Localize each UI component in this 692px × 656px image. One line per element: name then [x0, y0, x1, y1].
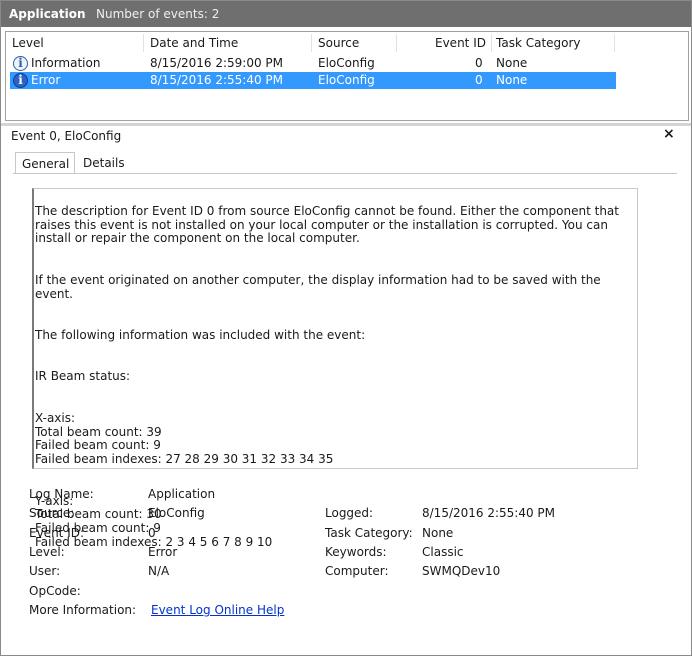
information-icon: i: [13, 56, 28, 71]
log-header-bar: Application Number of events: 2: [1, 1, 691, 27]
log-name-title: Application: [9, 7, 86, 21]
column-divider[interactable]: [143, 34, 144, 52]
logged-label: Logged:: [325, 506, 374, 520]
column-level[interactable]: Level: [12, 36, 44, 50]
tab-underline: [13, 173, 677, 174]
event-source: EloConfig: [318, 73, 375, 87]
event-log-help-link[interactable]: Event Log Online Help: [151, 603, 284, 617]
source-label: Source:: [29, 506, 75, 520]
opcode-label: OpCode:: [29, 584, 81, 598]
logged-value: 8/15/2016 2:55:40 PM: [422, 506, 556, 520]
user-value: N/A: [148, 564, 170, 578]
computer-label: Computer:: [325, 564, 389, 578]
event-source: EloConfig: [318, 56, 375, 70]
computer-value: SWMQDev10: [422, 564, 501, 578]
tab-details[interactable]: Details: [77, 152, 129, 173]
description-paragraph: The description for Event ID 0 from sour…: [35, 203, 619, 246]
log-name-label: Log Name:: [29, 487, 94, 501]
task-category-value: None: [422, 526, 454, 540]
level-label: Level:: [29, 545, 65, 559]
description-paragraph: X-axis: Total beam count: 39 Failed beam…: [35, 410, 334, 467]
event-list-header: Level Date and Time Source Event ID Task…: [6, 32, 688, 54]
event-id-value: 0: [148, 526, 156, 540]
event-viewer-window: Application Number of events: 2 Level Da…: [0, 0, 692, 656]
event-list[interactable]: Level Date and Time Source Event ID Task…: [5, 31, 689, 121]
description-paragraph: If the event originated on another compu…: [35, 272, 601, 301]
event-level: Information: [31, 56, 101, 70]
column-source[interactable]: Source: [318, 36, 359, 50]
event-row-information[interactable]: i Information 8/15/2016 2:59:00 PM EloCo…: [10, 55, 616, 72]
event-detail-title: Event 0, EloConfig: [11, 129, 122, 143]
event-id: 0: [475, 56, 483, 70]
column-divider[interactable]: [311, 34, 312, 52]
event-task-category: None: [496, 56, 528, 70]
event-id-label: Event ID:: [29, 526, 85, 540]
information-icon: i: [13, 73, 28, 88]
more-information-label: More Information:: [29, 603, 137, 617]
column-divider[interactable]: [491, 34, 492, 52]
column-task-category[interactable]: Task Category: [496, 36, 581, 50]
close-icon[interactable]: ×: [663, 126, 675, 142]
column-date-time[interactable]: Date and Time: [150, 36, 238, 50]
description-paragraph: IR Beam status:: [35, 369, 131, 384]
event-row-error-selected[interactable]: i Error 8/15/2016 2:55:40 PM EloConfig 0…: [10, 72, 616, 89]
event-id: 0: [475, 73, 483, 87]
pane-splitter[interactable]: [1, 123, 691, 126]
event-datetime: 8/15/2016 2:59:00 PM: [150, 56, 284, 70]
column-event-id[interactable]: Event ID: [435, 36, 486, 50]
event-datetime: 8/15/2016 2:55:40 PM: [150, 73, 284, 87]
description-paragraph: The following information was included w…: [35, 327, 366, 342]
keywords-label: Keywords:: [325, 545, 387, 559]
user-label: User:: [29, 564, 61, 578]
column-divider[interactable]: [396, 34, 397, 52]
description-paragraph: Y-axis: Total beam count: 30 Failed beam…: [35, 493, 273, 549]
column-divider[interactable]: [614, 34, 615, 52]
log-name-value: Application: [148, 487, 216, 501]
keywords-value: Classic: [422, 545, 464, 559]
source-value: EloConfig: [148, 506, 205, 520]
task-category-label: Task Category:: [325, 526, 413, 540]
event-task-category: None: [496, 73, 528, 87]
tab-general[interactable]: General: [15, 152, 75, 174]
event-level: Error: [31, 73, 61, 87]
event-count: Number of events: 2: [96, 7, 220, 21]
level-value: Error: [148, 545, 178, 559]
